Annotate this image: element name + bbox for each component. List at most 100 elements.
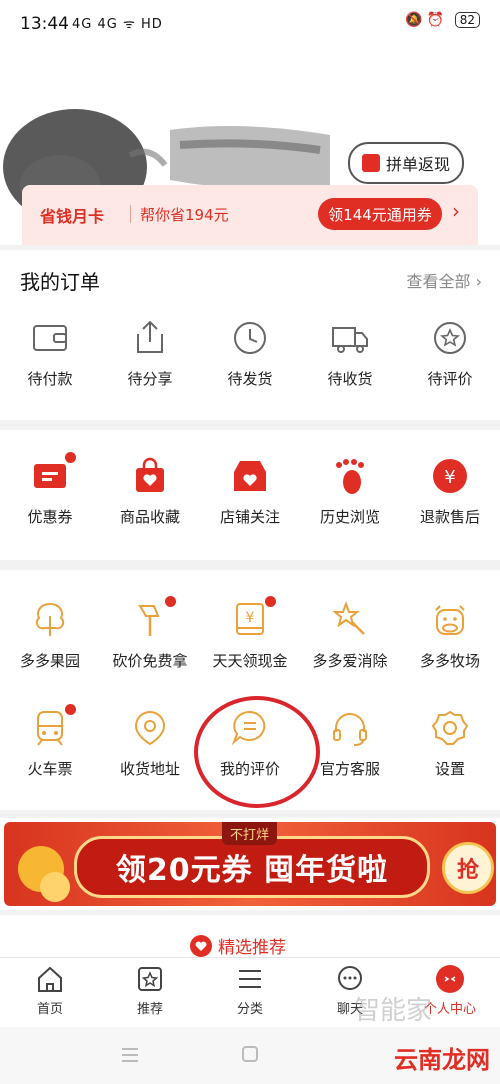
tab-recommend[interactable]: 推荐 <box>100 964 200 1017</box>
star-bubble-icon <box>430 318 470 358</box>
new-year-banner[interactable]: 领20元券 囤年货啦 不打烊 抢 <box>0 818 500 910</box>
network-icons: 4G 4G ᯤ HD <box>72 17 163 32</box>
status-bar: 13:44 4G 4G ᯤ HD 🔕 ⏰ 82 <box>0 0 500 50</box>
tool-orchard[interactable]: 多多果园 <box>0 600 100 671</box>
svg-text:¥: ¥ <box>444 467 455 488</box>
banner-background: 领20元券 囤年货啦 不打烊 抢 <box>4 822 496 906</box>
watermark-logo: 云南龙网 <box>394 1046 490 1074</box>
divider <box>130 205 131 223</box>
alarm-icon: ⏰ <box>426 12 445 28</box>
order-pending-receipt[interactable]: 待收货 <box>300 318 400 389</box>
service-followed-stores[interactable]: 店铺关注 <box>200 456 300 527</box>
footprint-icon <box>330 456 370 496</box>
headset-icon <box>330 708 370 748</box>
tree-icon <box>30 600 70 640</box>
bag-heart-icon <box>130 456 170 496</box>
list-icon <box>239 970 261 988</box>
banner-headline: 领20元券 囤年货啦 <box>74 836 430 898</box>
my-orders-panel: 我的订单 查看全部 › 待付款 待分享 待发货 待收货 待评价 <box>0 250 500 420</box>
grab-button[interactable]: 抢 <box>442 842 494 894</box>
order-pending-payment[interactable]: 待付款 <box>0 318 100 389</box>
share-icon <box>130 318 170 358</box>
tool-label: 砍价免费拿 <box>112 652 188 670</box>
tool-label: 多多牧场 <box>419 652 480 670</box>
service-label: 退款售后 <box>419 508 480 526</box>
mute-icon: 🔕 <box>404 12 423 28</box>
menu-nav-icon[interactable] <box>120 1047 140 1063</box>
cash-icon: ¥ <box>230 596 276 640</box>
wallet-icon <box>30 318 70 358</box>
service-label: 店铺关注 <box>219 508 280 526</box>
clock-icon <box>230 318 270 358</box>
truck-icon <box>330 318 370 358</box>
claim-coupon-button[interactable]: 领144元通用券 <box>318 198 442 230</box>
gift-icon <box>361 154 380 172</box>
order-label: 待分享 <box>127 370 173 388</box>
train-icon <box>30 704 76 748</box>
home-nav-icon[interactable] <box>241 1045 259 1063</box>
notification-dot <box>265 596 276 607</box>
star-tab-icon <box>138 967 162 991</box>
service-favorites[interactable]: 商品收藏 <box>100 456 200 527</box>
pindan-label: 拼单返现 <box>385 155 450 174</box>
heart-icon <box>190 934 212 957</box>
tool-label: 天天领现金 <box>212 652 288 670</box>
tool-ranch[interactable]: 多多牧场 <box>400 600 500 671</box>
see-all-orders-link[interactable]: 查看全部 › <box>407 268 483 292</box>
tab-label: 分类 <box>236 1002 263 1017</box>
tool-label: 多多果园 <box>19 652 80 670</box>
tool-bargain[interactable]: 砍价免费拿 <box>100 596 200 671</box>
tool-eliminate-game[interactable]: 多多爱消除 <box>300 600 400 671</box>
order-pending-shipment[interactable]: 待发货 <box>200 318 300 389</box>
order-pending-review[interactable]: 待评价 <box>400 318 500 389</box>
highlight-circle-annotation <box>194 696 320 808</box>
svg-text:¥: ¥ <box>246 610 255 626</box>
gear-icon <box>430 708 470 748</box>
tab-label: 首页 <box>36 1002 63 1017</box>
tool-train-tickets[interactable]: 火车票 <box>0 704 100 779</box>
service-coupons[interactable]: 优惠券 <box>0 452 100 527</box>
savings-card-title: 省钱月卡 <box>40 207 105 226</box>
notification-dot <box>165 596 176 607</box>
tool-label: 多多爱消除 <box>312 652 388 670</box>
status-time: 13:44 <box>20 14 69 34</box>
savings-card[interactable]: 省钱月卡 帮你省194元 领144元通用券 › <box>22 185 478 245</box>
notification-dot <box>65 452 76 463</box>
recommend-header: 精选推荐 <box>190 933 286 958</box>
service-refunds[interactable]: ¥ 退款售后 <box>400 456 500 527</box>
tab-home[interactable]: 首页 <box>0 964 100 1017</box>
home-icon <box>38 966 62 992</box>
order-label: 待评价 <box>427 370 473 388</box>
service-history[interactable]: 历史浏览 <box>300 456 400 527</box>
watermark-text: 智能家 <box>353 996 432 1026</box>
tab-categories[interactable]: 分类 <box>200 964 300 1017</box>
tool-label: 火车票 <box>27 760 73 778</box>
star-wand-icon <box>330 600 370 640</box>
order-label: 待发货 <box>227 370 273 388</box>
recommend-label: 精选推荐 <box>218 938 286 958</box>
service-label: 商品收藏 <box>119 508 180 526</box>
axe-icon <box>130 596 176 640</box>
yen-icon: ¥ <box>430 456 470 496</box>
chevron-right-icon[interactable]: › <box>452 199 460 223</box>
tab-label: 推荐 <box>136 1002 163 1017</box>
orders-title: 我的订单 <box>20 270 100 294</box>
store-heart-icon <box>230 456 270 496</box>
profile-icon <box>436 965 464 993</box>
tool-daily-cash[interactable]: ¥ 天天领现金 <box>200 596 300 671</box>
notification-dot <box>65 704 76 715</box>
cow-icon <box>430 600 470 640</box>
services-panel: 优惠券 商品收藏 店铺关注 历史浏览 ¥ 退款售后 <box>0 430 500 560</box>
tool-label: 设置 <box>434 760 465 778</box>
order-pending-share[interactable]: 待分享 <box>100 318 200 389</box>
order-label: 待付款 <box>27 370 73 388</box>
order-label: 待收货 <box>327 370 373 388</box>
pindan-cashback-button[interactable]: 拼单返现 <box>348 142 464 184</box>
savings-card-subtitle: 帮你省194元 <box>140 206 229 224</box>
coin-decoration <box>40 872 70 902</box>
status-right: 🔕 ⏰ 82 <box>405 12 480 28</box>
tool-settings[interactable]: 设置 <box>400 708 500 779</box>
tool-shipping-address[interactable]: 收货地址 <box>100 708 200 779</box>
service-label: 优惠券 <box>27 508 73 526</box>
location-icon <box>130 708 170 748</box>
